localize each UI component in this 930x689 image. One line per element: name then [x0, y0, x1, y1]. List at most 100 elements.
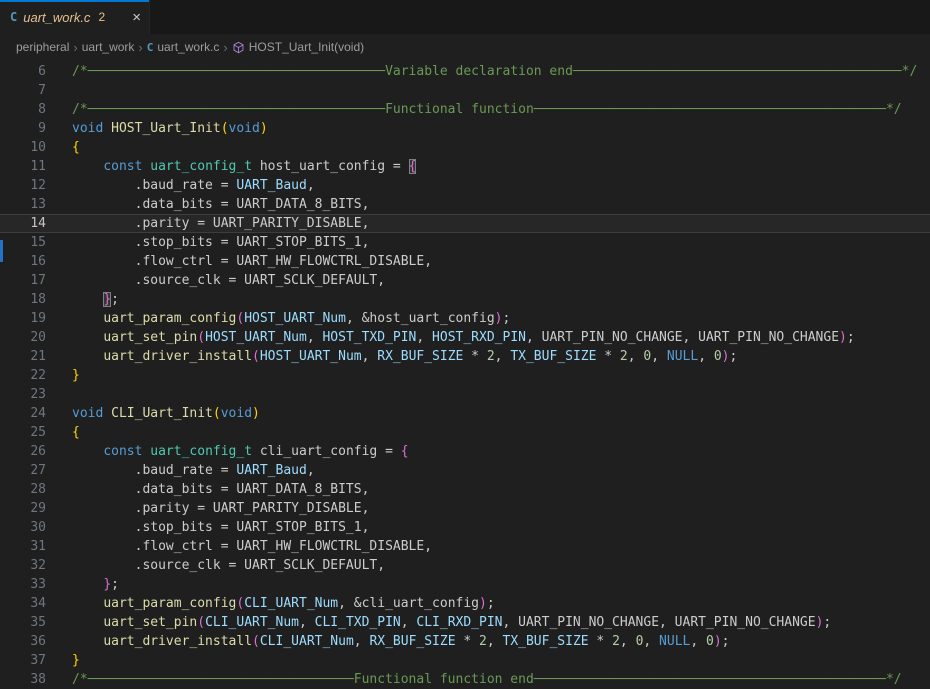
line-number[interactable]: 7 [0, 81, 46, 100]
line-number[interactable]: 12 [0, 176, 46, 195]
line-number[interactable]: 8 [0, 100, 46, 119]
method-symbol-icon [232, 41, 245, 54]
code-text: uart_param_config(CLI_UART_Num, &cli_uar… [72, 594, 495, 613]
line-number[interactable]: 10 [0, 138, 46, 157]
line-number[interactable]: 9 [0, 119, 46, 138]
code-text: uart_set_pin(HOST_UART_Num, HOST_TXD_PIN… [72, 328, 855, 347]
code-line[interactable]: 28 .data_bits = UART_DATA_8_BITS, [0, 480, 930, 499]
code-text: const uart_config_t host_uart_config = { [72, 157, 416, 176]
line-number[interactable]: 17 [0, 271, 46, 290]
line-number[interactable]: 36 [0, 632, 46, 651]
code-text: }; [72, 575, 119, 594]
c-file-icon: C [147, 41, 154, 54]
breadcrumb-label: peripheral [16, 40, 69, 54]
line-number[interactable]: 13 [0, 195, 46, 214]
line-number[interactable]: 34 [0, 594, 46, 613]
breadcrumb-label: HOST_Uart_Init(void) [249, 40, 364, 54]
code-line[interactable]: 16 .flow_ctrl = UART_HW_FLOWCTRL_DISABLE… [0, 252, 930, 271]
code-line[interactable]: 32 .source_clk = UART_SCLK_DEFAULT, [0, 556, 930, 575]
code-line[interactable]: 19 uart_param_config(HOST_UART_Num, &hos… [0, 309, 930, 328]
code-text: uart_driver_install(HOST_UART_Num, RX_BU… [72, 347, 737, 366]
code-line[interactable]: 26 const uart_config_t cli_uart_config =… [0, 442, 930, 461]
line-number[interactable]: 29 [0, 499, 46, 518]
line-number[interactable]: 31 [0, 537, 46, 556]
line-number[interactable]: 38 [0, 670, 46, 689]
code-text: }; [72, 290, 119, 309]
breadcrumb-item-file[interactable]: C uart_work.c [147, 40, 220, 54]
code-line[interactable]: 34 uart_param_config(CLI_UART_Num, &cli_… [0, 594, 930, 613]
code-text: .data_bits = UART_DATA_8_BITS, [72, 480, 369, 499]
breadcrumb-item-peripheral[interactable]: peripheral [16, 40, 69, 54]
line-number[interactable]: 33 [0, 575, 46, 594]
tab-badge: 2 [98, 10, 105, 24]
code-line[interactable]: 10{ [0, 138, 930, 157]
close-icon[interactable]: × [132, 10, 141, 25]
code-line[interactable]: 36 uart_driver_install(CLI_UART_Num, RX_… [0, 632, 930, 651]
code-text: /*──────────────────────────────────────… [72, 62, 917, 81]
line-number[interactable]: 20 [0, 328, 46, 347]
code-line[interactable]: 27 .baud_rate = UART_Baud, [0, 461, 930, 480]
line-number[interactable]: 18 [0, 290, 46, 309]
code-text: .baud_rate = UART_Baud, [72, 461, 315, 480]
code-line[interactable]: 11 const uart_config_t host_uart_config … [0, 157, 930, 176]
chevron-right-icon: › [134, 40, 146, 55]
code-line[interactable]: 35 uart_set_pin(CLI_UART_Num, CLI_TXD_PI… [0, 613, 930, 632]
code-line[interactable]: 29 .parity = UART_PARITY_DISABLE, [0, 499, 930, 518]
code-line[interactable]: 9 void HOST_Uart_Init(void) [0, 119, 930, 138]
code-line[interactable]: 15 .stop_bits = UART_STOP_BITS_1, [0, 233, 930, 252]
code-line[interactable]: 37} [0, 651, 930, 670]
line-number[interactable]: 37 [0, 651, 46, 670]
code-text: .flow_ctrl = UART_HW_FLOWCTRL_DISABLE, [72, 252, 432, 271]
code-text: .parity = UART_PARITY_DISABLE, [72, 499, 369, 518]
chevron-right-icon: › [219, 40, 231, 55]
line-number[interactable]: 11 [0, 157, 46, 176]
line-number[interactable]: 21 [0, 347, 46, 366]
code-line[interactable]: 31 .flow_ctrl = UART_HW_FLOWCTRL_DISABLE… [0, 537, 930, 556]
active-tab-indicator [0, 0, 149, 2]
line-number[interactable]: 6 [0, 62, 46, 81]
code-line[interactable]: 21 uart_driver_install(HOST_UART_Num, RX… [0, 347, 930, 366]
line-number[interactable]: 35 [0, 613, 46, 632]
code-text: uart_param_config(HOST_UART_Num, &host_u… [72, 309, 510, 328]
line-number[interactable]: 16 [0, 252, 46, 271]
code-line[interactable]: 8/*─────────────────────────────────────… [0, 100, 930, 119]
line-number[interactable]: 15 [0, 233, 46, 252]
code-line[interactable]: 24void CLI_Uart_Init(void) [0, 404, 930, 423]
code-line[interactable]: 12 .baud_rate = UART_Baud, [0, 176, 930, 195]
code-line[interactable]: 17 .source_clk = UART_SCLK_DEFAULT, [0, 271, 930, 290]
code-line[interactable]: 14 .parity = UART_PARITY_DISABLE, [0, 214, 930, 233]
line-number[interactable]: 14 [0, 214, 46, 233]
breadcrumb-item-symbol[interactable]: HOST_Uart_Init(void) [232, 40, 364, 54]
code-line[interactable]: 7 [0, 81, 930, 100]
tab-uart-work[interactable]: C uart_work.c 2 × [0, 0, 150, 34]
line-number[interactable]: 24 [0, 404, 46, 423]
line-number[interactable]: 30 [0, 518, 46, 537]
code-line[interactable]: 13 .data_bits = UART_DATA_8_BITS, [0, 195, 930, 214]
code-text: void HOST_Uart_Init(void) [72, 119, 268, 138]
code-line[interactable]: 23 [0, 385, 930, 404]
code-line[interactable]: 18 }; [0, 290, 930, 309]
code-text: uart_set_pin(CLI_UART_Num, CLI_TXD_PIN, … [72, 613, 831, 632]
code-line[interactable]: 38/*──────────────────────────────────Fu… [0, 670, 930, 689]
code-line[interactable]: 22} [0, 366, 930, 385]
code-line[interactable]: 30 .stop_bits = UART_STOP_BITS_1, [0, 518, 930, 537]
line-number[interactable]: 25 [0, 423, 46, 442]
line-number[interactable]: 27 [0, 461, 46, 480]
line-number[interactable]: 28 [0, 480, 46, 499]
code-text: .parity = UART_PARITY_DISABLE, [72, 214, 369, 233]
code-line[interactable]: 25{ [0, 423, 930, 442]
line-number[interactable]: 32 [0, 556, 46, 575]
code-text: const uart_config_t cli_uart_config = { [72, 442, 409, 461]
tab-title: uart_work.c [23, 10, 90, 25]
line-number[interactable]: 19 [0, 309, 46, 328]
editor[interactable]: 6 /*─────────────────────────────────────… [0, 59, 930, 689]
code-line[interactable]: 6 /*─────────────────────────────────────… [0, 62, 930, 81]
code-line[interactable]: 33 }; [0, 575, 930, 594]
line-number[interactable]: 23 [0, 385, 46, 404]
line-number[interactable]: 26 [0, 442, 46, 461]
code-text: .source_clk = UART_SCLK_DEFAULT, [72, 556, 385, 575]
line-number[interactable]: 22 [0, 366, 46, 385]
code-lines: 6 /*─────────────────────────────────────… [0, 62, 930, 689]
breadcrumb-item-uart-work[interactable]: uart_work [82, 40, 135, 54]
code-line[interactable]: 20 uart_set_pin(HOST_UART_Num, HOST_TXD_… [0, 328, 930, 347]
